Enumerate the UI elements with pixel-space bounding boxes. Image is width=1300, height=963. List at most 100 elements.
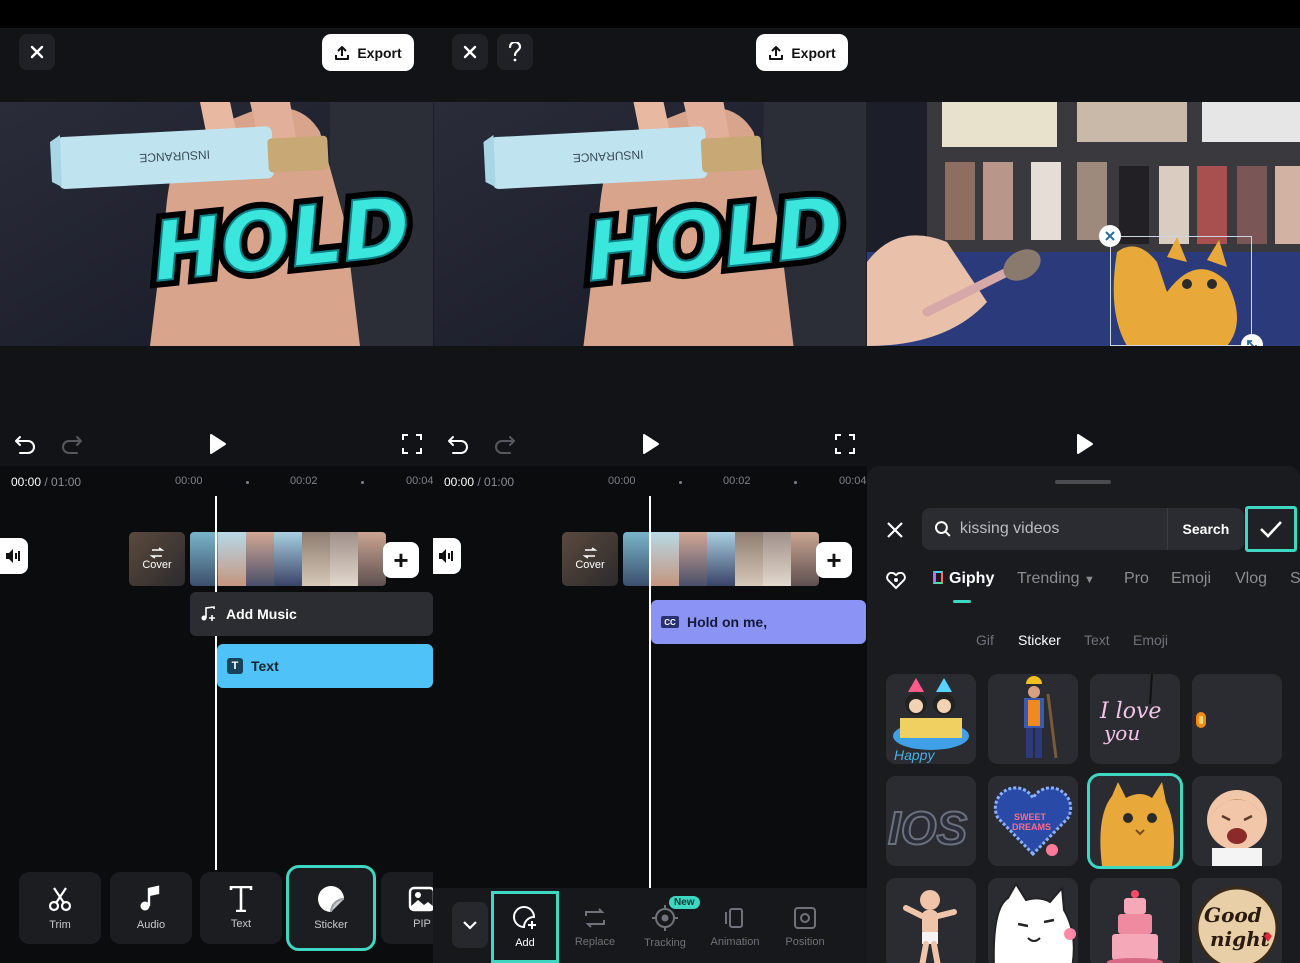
tick-label: 00:04	[839, 475, 867, 487]
add-clip-button[interactable]: +	[816, 542, 852, 578]
close-button[interactable]	[452, 34, 488, 70]
video-preview[interactable]: INSURANCE HOLD HOLD	[433, 102, 867, 346]
undo-button[interactable]	[445, 430, 473, 458]
redo-button[interactable]	[490, 430, 518, 458]
tool-label: Tracking	[644, 937, 686, 949]
subtab-sticker[interactable]: Sticker	[1018, 632, 1061, 648]
tool-animation[interactable]: Animation	[704, 894, 766, 960]
tab-trending[interactable]: Trending ▼	[1017, 570, 1095, 588]
tool-sticker[interactable]: Sticker	[286, 865, 376, 951]
close-icon	[1105, 231, 1115, 241]
search-input[interactable]	[951, 520, 1167, 538]
image-icon	[408, 886, 433, 912]
sticker-item[interactable]	[1090, 878, 1180, 963]
cover-label: Cover	[575, 559, 605, 571]
tab-more[interactable]: S	[1290, 570, 1300, 588]
collapse-button[interactable]	[452, 902, 488, 948]
fullscreen-button[interactable]	[831, 430, 859, 458]
tool-label: Sticker	[314, 919, 348, 931]
confirm-button[interactable]	[1245, 506, 1297, 552]
caption-track[interactable]: CC Hold on me,	[651, 600, 866, 644]
video-preview[interactable]	[867, 102, 1300, 346]
tab-giphy[interactable]: Giphy	[933, 570, 994, 588]
add-music-track[interactable]: Add Music	[190, 592, 433, 636]
cover-button[interactable]: Cover	[129, 532, 185, 586]
favorites-heart-icon[interactable]	[886, 572, 906, 590]
tool-position[interactable]: Position	[774, 894, 836, 960]
sticker-item[interactable]	[1192, 674, 1282, 764]
close-icon	[463, 45, 477, 59]
sheet-handle[interactable]	[1055, 480, 1111, 484]
editor-panel-main: Export INSURANCE HOLD HOLD 00:00 / 01:00…	[0, 0, 433, 963]
mute-button[interactable]	[433, 538, 461, 574]
subtab-text[interactable]: Text	[1084, 632, 1110, 648]
fullscreen-button[interactable]	[398, 430, 426, 458]
text-track[interactable]: T Text	[217, 644, 433, 688]
tab-vlog[interactable]: Vlog	[1235, 570, 1267, 588]
svg-text:Good: Good	[1204, 903, 1262, 927]
timeline[interactable]: 00:00 / 01:00 00:00 00:02 00:04 Cover + …	[433, 466, 867, 963]
sticker-item[interactable]: I love you	[1090, 674, 1180, 764]
timeline[interactable]: 00:00 / 01:00 00:00 00:02 00:04 Cover + …	[0, 466, 433, 963]
tab-pro[interactable]: Pro	[1124, 570, 1149, 588]
subtab-emoji[interactable]: Emoji	[1133, 632, 1168, 648]
caption-label: Hold on me,	[687, 614, 768, 630]
undo-button[interactable]	[12, 430, 40, 458]
video-clip[interactable]	[623, 532, 819, 586]
sticker-delete-button[interactable]	[1099, 225, 1121, 247]
sticker-item[interactable]: SWEET DREAMS	[988, 776, 1078, 866]
tool-replace[interactable]: Replace	[564, 894, 626, 960]
sticker-item-selected[interactable]	[1087, 773, 1183, 869]
cover-button[interactable]: Cover	[562, 532, 618, 586]
sticker-item[interactable]	[988, 674, 1078, 764]
redo-button[interactable]	[57, 430, 85, 458]
chevron-down-icon	[463, 921, 477, 930]
new-badge: New	[669, 896, 700, 909]
search-icon	[934, 521, 951, 537]
playhead[interactable]	[649, 496, 651, 888]
tool-label: PIP	[413, 918, 431, 930]
export-button[interactable]: Export	[322, 34, 414, 71]
tool-audio[interactable]: Audio	[110, 872, 192, 944]
tick-label: 00:02	[723, 475, 751, 487]
sticker-item[interactable]	[886, 878, 976, 963]
subtab-gif[interactable]: Gif	[976, 632, 994, 648]
play-button[interactable]	[203, 430, 231, 458]
sticker-item[interactable]: Happy	[886, 674, 976, 764]
top-bar	[867, 0, 1300, 100]
undo-icon	[448, 436, 468, 454]
tool-pip[interactable]: PIP	[381, 872, 433, 944]
swap-icon	[583, 547, 597, 559]
export-button[interactable]: Export	[756, 34, 848, 71]
help-button[interactable]	[497, 34, 533, 70]
sticker-search-bar: Search	[922, 508, 1244, 550]
play-button[interactable]	[636, 430, 664, 458]
sticker-selection-box[interactable]	[1110, 236, 1252, 346]
play-button[interactable]	[1070, 430, 1098, 458]
tab-emoji[interactable]: Emoji	[1171, 570, 1211, 588]
close-sheet-button[interactable]	[881, 516, 909, 544]
add-clip-button[interactable]: +	[383, 542, 419, 578]
sticker-item[interactable]	[988, 878, 1078, 963]
tool-add[interactable]: Add	[491, 891, 559, 963]
tool-tracking[interactable]: Tracking New	[634, 894, 700, 960]
tool-label: Add	[515, 937, 535, 949]
text-icon	[229, 886, 253, 912]
tool-text[interactable]: Text	[200, 872, 282, 944]
tool-label: Replace	[574, 936, 616, 948]
play-icon	[643, 434, 659, 454]
video-clip[interactable]	[190, 532, 386, 586]
resize-icon	[1247, 340, 1257, 346]
search-button[interactable]: Search	[1166, 508, 1244, 550]
animation-icon	[725, 908, 743, 928]
sticker-item[interactable]	[1192, 776, 1282, 866]
add-sticker-icon	[513, 905, 536, 929]
video-preview[interactable]: INSURANCE HOLD HOLD	[0, 102, 433, 346]
sticker-item[interactable]: IOS	[886, 776, 976, 866]
close-button[interactable]	[19, 34, 55, 70]
mute-button[interactable]	[0, 538, 28, 574]
tool-label: Text	[230, 918, 252, 930]
redo-icon	[62, 436, 82, 454]
tool-trim[interactable]: Trim	[19, 872, 101, 944]
sticker-item[interactable]: Good night	[1192, 878, 1282, 963]
